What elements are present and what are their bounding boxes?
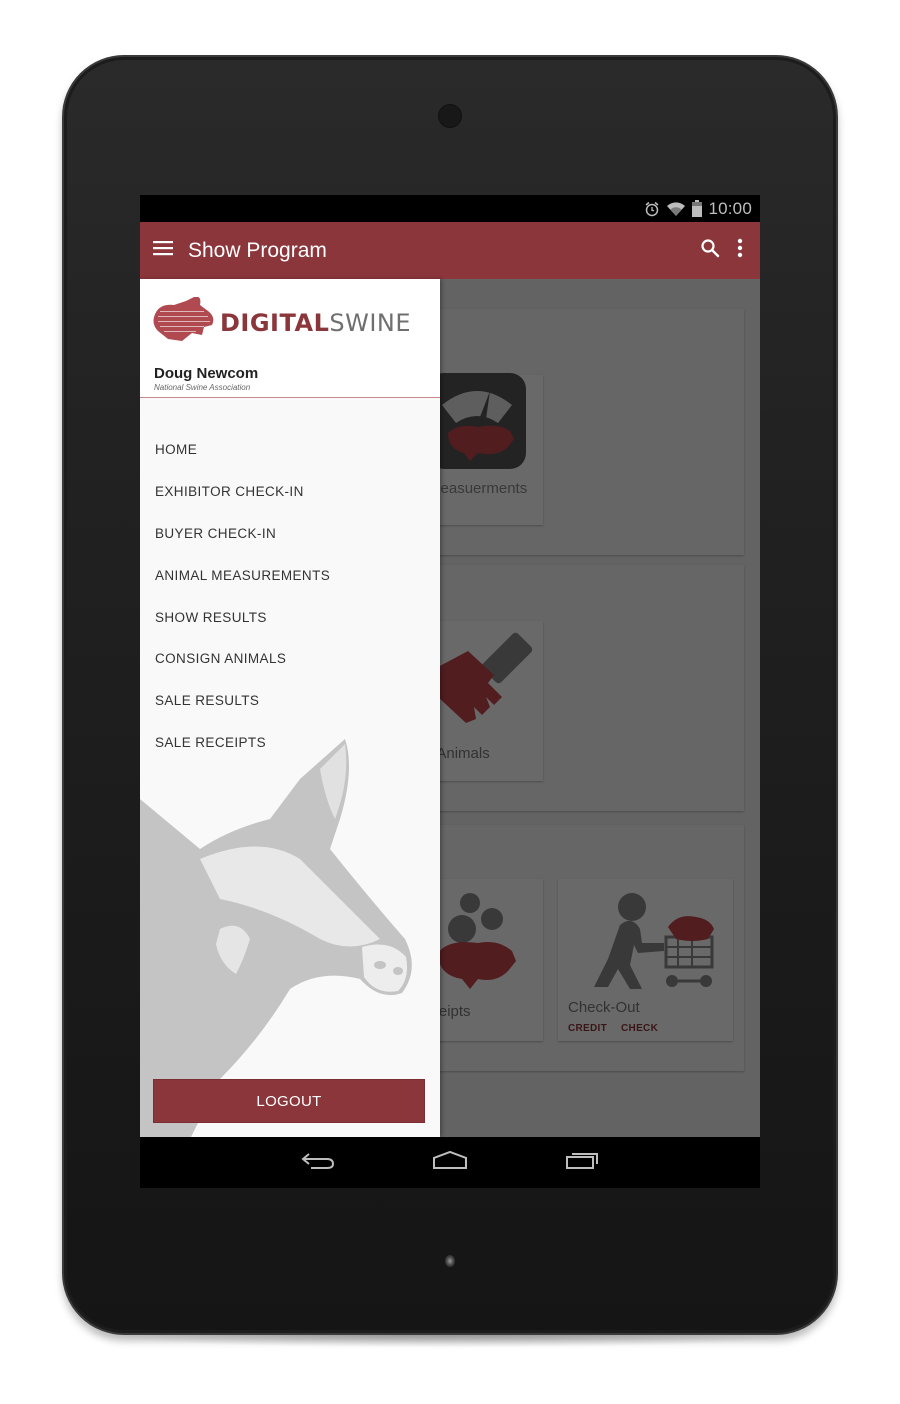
user-name: Doug Newcom — [154, 365, 259, 382]
hamburger-menu-icon — [153, 240, 173, 261]
app-bar: Show Program — [140, 222, 760, 279]
recent-apps-icon — [565, 1150, 599, 1175]
user-organization: National Swine Association — [154, 383, 251, 392]
overflow-menu-button[interactable] — [728, 231, 752, 271]
home-icon — [432, 1150, 468, 1175]
menu-item-home[interactable]: HOME — [140, 429, 440, 471]
menu-item-sale-receipts[interactable]: SALE RECEIPTS — [140, 722, 440, 764]
status-time: 10:00 — [708, 198, 752, 218]
front-camera — [438, 104, 462, 128]
notification-light — [445, 1255, 455, 1267]
menu-item-exhibitor-check-in[interactable]: EXHIBITOR CHECK-IN — [140, 471, 440, 513]
status-bar: 10:00 — [140, 195, 760, 222]
menu-button[interactable] — [140, 222, 186, 279]
logout-button[interactable]: LOGOUT — [153, 1079, 425, 1123]
recent-apps-button[interactable] — [562, 1147, 602, 1177]
drawer-header: DIGITALSWINE Doug Newcom National Swine … — [140, 279, 440, 398]
menu-item-animal-measurements[interactable]: ANIMAL MEASUREMENTS — [140, 554, 440, 596]
battery-icon — [692, 200, 703, 217]
overflow-menu-icon — [737, 238, 743, 263]
back-button[interactable] — [298, 1147, 338, 1177]
digital-swine-logo: DIGITALSWINE — [152, 296, 412, 348]
search-button[interactable] — [698, 231, 722, 271]
logo-text: DIGITALSWINE — [220, 308, 412, 337]
search-icon — [700, 238, 720, 263]
page-title: Show Program — [188, 238, 327, 262]
back-icon — [301, 1150, 335, 1175]
home-button[interactable] — [430, 1147, 470, 1177]
device-screen: 10:00 Show Program DIGITALSWINE Doug New… — [140, 195, 760, 1188]
system-nav-bar — [140, 1137, 760, 1188]
digital-pig-logo-icon — [152, 296, 216, 348]
alarm-icon — [644, 201, 660, 217]
menu-item-buyer-check-in[interactable]: BUYER CHECK-IN — [140, 513, 440, 555]
pig-illustration — [140, 739, 412, 1137]
wifi-icon — [666, 201, 686, 217]
menu-item-consign-animals[interactable]: CONSIGN ANIMALS — [140, 638, 440, 680]
menu-item-show-results[interactable]: SHOW RESULTS — [140, 596, 440, 638]
navigation-drawer: DIGITALSWINE Doug Newcom National Swine … — [140, 279, 440, 1137]
drawer-menu: HOME EXHIBITOR CHECK-IN BUYER CHECK-IN A… — [140, 429, 440, 763]
menu-item-sale-results[interactable]: SALE RESULTS — [140, 680, 440, 722]
